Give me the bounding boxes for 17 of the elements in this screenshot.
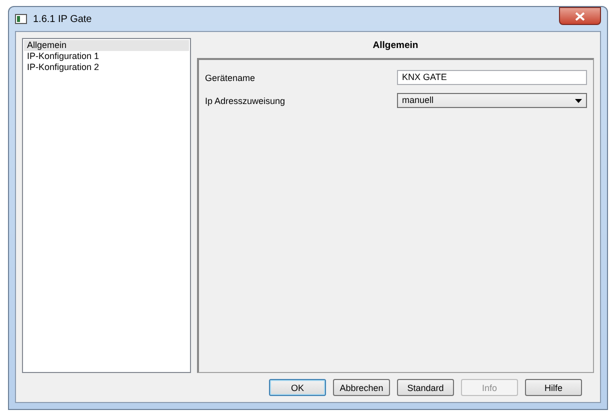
dropdown[interactable]: manuell [397,93,587,108]
category-item[interactable]: IP-Konfiguration 2 [24,62,189,73]
section-heading: Allgemein [372,39,420,53]
category-item[interactable]: IP-Konfiguration 1 [24,51,189,62]
dialog-button[interactable]: Standard [397,379,454,396]
field-label: Ip Adresszuweisung [205,96,286,106]
dialog-button[interactable]: Abbrechen [333,379,390,396]
window-icon [15,14,27,24]
dialog-button[interactable]: Hilfe [525,379,582,396]
field-label: Gerätename [205,72,256,82]
close-button[interactable] [559,7,601,25]
caret-icon [575,98,582,102]
close-icon [575,12,585,20]
category-item[interactable]: Allgemein [24,40,189,51]
window-title: 1.6.1 IP Gate [33,14,92,24]
dialog-button[interactable]: OK [269,379,326,396]
text-field[interactable]: KNX GATE [397,70,587,85]
